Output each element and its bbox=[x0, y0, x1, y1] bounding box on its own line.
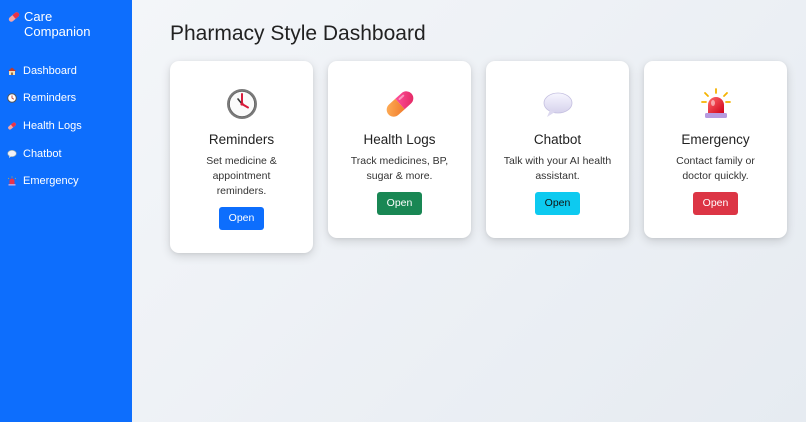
card-emergency: Emergency Contact family or doctor quick… bbox=[644, 61, 787, 238]
card-description: Set medicine & appointment reminders. bbox=[206, 155, 277, 197]
sidebar-nav: Dashboard Reminders Health Logs Chatbot … bbox=[7, 57, 132, 195]
sidebar-item-label: Health Logs bbox=[23, 119, 82, 132]
sidebar-item-label: Reminders bbox=[23, 92, 77, 105]
clock-icon bbox=[226, 88, 258, 120]
sidebar-item-label: Emergency bbox=[23, 175, 79, 188]
sidebar-item-health-logs[interactable]: Health Logs bbox=[7, 112, 132, 140]
house-icon bbox=[7, 66, 17, 76]
pill-icon bbox=[7, 121, 17, 131]
card-reminders: Reminders Set medicine & appointment rem… bbox=[170, 61, 313, 253]
siren-icon bbox=[7, 176, 17, 186]
page-title: Pharmacy Style Dashboard bbox=[170, 22, 426, 45]
siren-icon bbox=[700, 88, 732, 120]
pill-icon bbox=[384, 88, 416, 120]
main-content: Pharmacy Style Dashboard Reminders Set m… bbox=[132, 0, 806, 422]
open-emergency-button[interactable]: Open bbox=[692, 192, 739, 215]
card-title: Chatbot bbox=[533, 132, 582, 147]
open-health-logs-button[interactable]: Open bbox=[376, 192, 423, 215]
sidebar-item-label: Chatbot bbox=[23, 147, 62, 160]
card-description: Track medicines, BP, sugar & more. bbox=[350, 155, 449, 182]
card-chatbot: Chatbot Talk with your AI health assista… bbox=[486, 61, 629, 238]
clock-icon bbox=[7, 93, 17, 104]
brand[interactable]: Care Companion bbox=[7, 9, 132, 39]
speech-bubble-icon bbox=[542, 88, 574, 120]
card-title: Reminders bbox=[208, 132, 275, 147]
sidebar: Care Companion Dashboard Reminders Healt… bbox=[0, 0, 132, 422]
card-description: Contact family or doctor quickly. bbox=[676, 155, 755, 182]
sidebar-item-emergency[interactable]: Emergency bbox=[7, 167, 132, 195]
open-reminders-button[interactable]: Open bbox=[218, 207, 265, 230]
open-chatbot-button[interactable]: Open bbox=[534, 192, 581, 215]
card-health-logs: Health Logs Track medicines, BP, sugar &… bbox=[328, 61, 471, 238]
sidebar-item-label: Dashboard bbox=[23, 64, 77, 77]
speech-bubble-icon bbox=[7, 149, 17, 159]
sidebar-item-dashboard[interactable]: Dashboard bbox=[7, 57, 132, 85]
brand-title: Care Companion bbox=[24, 9, 91, 39]
card-title: Emergency bbox=[681, 132, 750, 147]
card-description: Talk with your AI health assistant. bbox=[503, 155, 612, 182]
sidebar-item-reminders[interactable]: Reminders bbox=[7, 85, 132, 113]
pill-icon bbox=[7, 10, 21, 24]
sidebar-item-chatbot[interactable]: Chatbot bbox=[7, 140, 132, 168]
card-title: Health Logs bbox=[363, 132, 436, 147]
